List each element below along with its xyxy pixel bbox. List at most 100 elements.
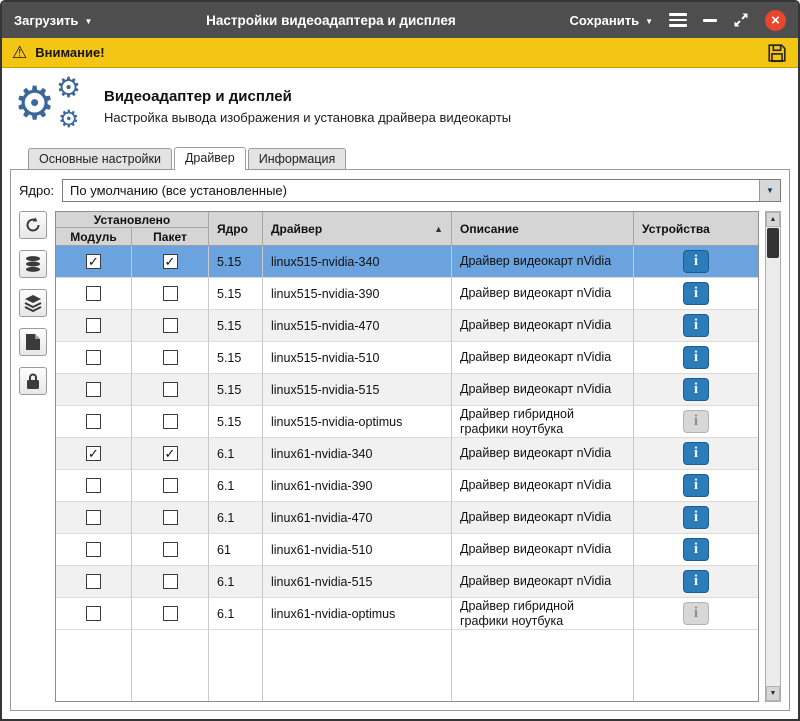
- package-checkbox[interactable]: [163, 350, 178, 365]
- window-title: Настройки видеоадаптера и дисплея: [102, 13, 559, 28]
- description-cell: Драйвер видеокарт nVidia: [452, 502, 634, 534]
- package-checkbox[interactable]: [163, 606, 178, 621]
- document-button[interactable]: [19, 328, 47, 356]
- save-menu-button[interactable]: Сохранить ▼: [569, 13, 653, 28]
- package-checkbox[interactable]: [163, 446, 178, 461]
- installed-column-header[interactable]: Установлено: [56, 212, 208, 228]
- tab-information[interactable]: Информация: [248, 148, 347, 170]
- info-button[interactable]: i: [683, 378, 709, 401]
- table-header: Установлено Модуль Пакет Ядро Драйвер ▲ …: [56, 212, 758, 246]
- module-checkbox[interactable]: [86, 414, 101, 429]
- scrollbar-thumb[interactable]: [767, 228, 779, 258]
- load-menu-button[interactable]: Загрузить ▼: [14, 13, 92, 28]
- module-checkbox[interactable]: [86, 478, 101, 493]
- info-button[interactable]: i: [683, 314, 709, 337]
- warning-icon: ⚠: [12, 43, 27, 63]
- info-button[interactable]: i: [683, 442, 709, 465]
- driver-cell: linux515-nvidia-470: [263, 310, 452, 342]
- kernel-cell: 61: [209, 534, 263, 566]
- package-checkbox[interactable]: [163, 286, 178, 301]
- minimize-button[interactable]: [703, 19, 717, 22]
- module-checkbox[interactable]: [86, 286, 101, 301]
- description-cell: Драйвер гибридной графики ноутбука: [452, 406, 634, 438]
- module-checkbox[interactable]: [86, 510, 101, 525]
- package-column-header[interactable]: Пакет: [132, 228, 208, 245]
- package-checkbox[interactable]: [163, 414, 178, 429]
- scrollbar-track[interactable]: [766, 227, 780, 686]
- page-title: Видеоадаптер и дисплей: [104, 88, 511, 105]
- kernel-cell: 5.15: [209, 406, 263, 438]
- driver-column-header[interactable]: Драйвер ▲: [263, 212, 452, 245]
- module-checkbox[interactable]: [86, 350, 101, 365]
- chevron-down-icon[interactable]: ▼: [759, 180, 780, 201]
- app-header: ⚙ ⚙ ⚙ Видеоадаптер и дисплей Настройка в…: [2, 68, 798, 144]
- driver-table-body: 5.15 linux515-nvidia-340 Драйвер видеока…: [56, 246, 758, 630]
- module-checkbox[interactable]: [86, 318, 101, 333]
- kernel-select[interactable]: По умолчанию (все установленные) ▼: [62, 179, 781, 202]
- side-toolbar: [19, 211, 49, 702]
- tab-driver[interactable]: Драйвер: [174, 147, 246, 170]
- table-row[interactable]: 5.15 linux515-nvidia-515 Драйвер видеока…: [56, 374, 758, 406]
- description-cell: Драйвер видеокарт nVidia: [452, 438, 634, 470]
- module-checkbox[interactable]: [86, 446, 101, 461]
- description-column-header[interactable]: Описание: [452, 212, 634, 245]
- scroll-up-button[interactable]: ▲: [766, 212, 780, 227]
- table-row[interactable]: 6.1 linux61-nvidia-optimus Драйвер гибри…: [56, 598, 758, 630]
- module-checkbox[interactable]: [86, 606, 101, 621]
- info-button[interactable]: i: [683, 538, 709, 561]
- module-checkbox[interactable]: [86, 574, 101, 589]
- package-checkbox[interactable]: [163, 318, 178, 333]
- vertical-scrollbar[interactable]: ▲ ▼: [765, 211, 781, 702]
- lock-icon: [25, 372, 41, 390]
- devices-column-header[interactable]: Устройства: [634, 212, 758, 245]
- package-checkbox[interactable]: [163, 478, 178, 493]
- scroll-down-button[interactable]: ▼: [766, 686, 780, 701]
- table-row[interactable]: 6.1 linux61-nvidia-470 Драйвер видеокарт…: [56, 502, 758, 534]
- refresh-button[interactable]: [19, 211, 47, 239]
- warning-label: Внимание!: [35, 45, 104, 60]
- kernel-select-value: По умолчанию (все установленные): [70, 183, 287, 198]
- maximize-button[interactable]: [733, 12, 749, 28]
- info-button[interactable]: i: [683, 506, 709, 529]
- packages-button[interactable]: [19, 289, 47, 317]
- save-settings-button[interactable]: [766, 42, 788, 64]
- hamburger-menu-icon[interactable]: [669, 13, 687, 27]
- module-checkbox[interactable]: [86, 542, 101, 557]
- module-column-header[interactable]: Модуль: [56, 228, 132, 245]
- table-row[interactable]: 6.1 linux61-nvidia-390 Драйвер видеокарт…: [56, 470, 758, 502]
- info-button[interactable]: i: [683, 410, 709, 433]
- close-button[interactable]: ×: [765, 10, 786, 31]
- tab-basic-settings[interactable]: Основные настройки: [28, 148, 172, 170]
- document-icon: [25, 333, 41, 351]
- table-row[interactable]: 5.15 linux515-nvidia-470 Драйвер видеока…: [56, 310, 758, 342]
- table-row[interactable]: 6.1 linux61-nvidia-515 Драйвер видеокарт…: [56, 566, 758, 598]
- package-checkbox[interactable]: [163, 254, 178, 269]
- table-row[interactable]: 6.1 linux61-nvidia-340 Драйвер видеокарт…: [56, 438, 758, 470]
- description-cell: Драйвер видеокарт nVidia: [452, 278, 634, 310]
- kernel-column-header[interactable]: Ядро: [209, 212, 263, 245]
- info-button[interactable]: i: [683, 474, 709, 497]
- info-button[interactable]: i: [683, 570, 709, 593]
- table-row[interactable]: 5.15 linux515-nvidia-390 Драйвер видеока…: [56, 278, 758, 310]
- package-checkbox[interactable]: [163, 382, 178, 397]
- kernel-cell: 5.15: [209, 278, 263, 310]
- package-checkbox[interactable]: [163, 542, 178, 557]
- package-checkbox[interactable]: [163, 574, 178, 589]
- info-button[interactable]: i: [683, 346, 709, 369]
- package-checkbox[interactable]: [163, 510, 178, 525]
- info-button[interactable]: i: [683, 250, 709, 273]
- lock-button[interactable]: [19, 367, 47, 395]
- module-checkbox[interactable]: [86, 382, 101, 397]
- description-cell: Драйвер видеокарт nVidia: [452, 470, 634, 502]
- description-cell: Драйвер видеокарт nVidia: [452, 246, 634, 278]
- module-checkbox[interactable]: [86, 254, 101, 269]
- database-button[interactable]: [19, 250, 47, 278]
- table-row[interactable]: 5.15 linux515-nvidia-510 Драйвер видеока…: [56, 342, 758, 374]
- table-empty-area: [56, 630, 758, 701]
- info-button[interactable]: i: [683, 282, 709, 305]
- table-row[interactable]: 61 linux61-nvidia-510 Драйвер видеокарт …: [56, 534, 758, 566]
- info-button[interactable]: i: [683, 602, 709, 625]
- table-row[interactable]: 5.15 linux515-nvidia-340 Драйвер видеока…: [56, 246, 758, 278]
- description-cell: Драйвер гибридной графики ноутбука: [452, 598, 634, 630]
- table-row[interactable]: 5.15 linux515-nvidia-optimus Драйвер гиб…: [56, 406, 758, 438]
